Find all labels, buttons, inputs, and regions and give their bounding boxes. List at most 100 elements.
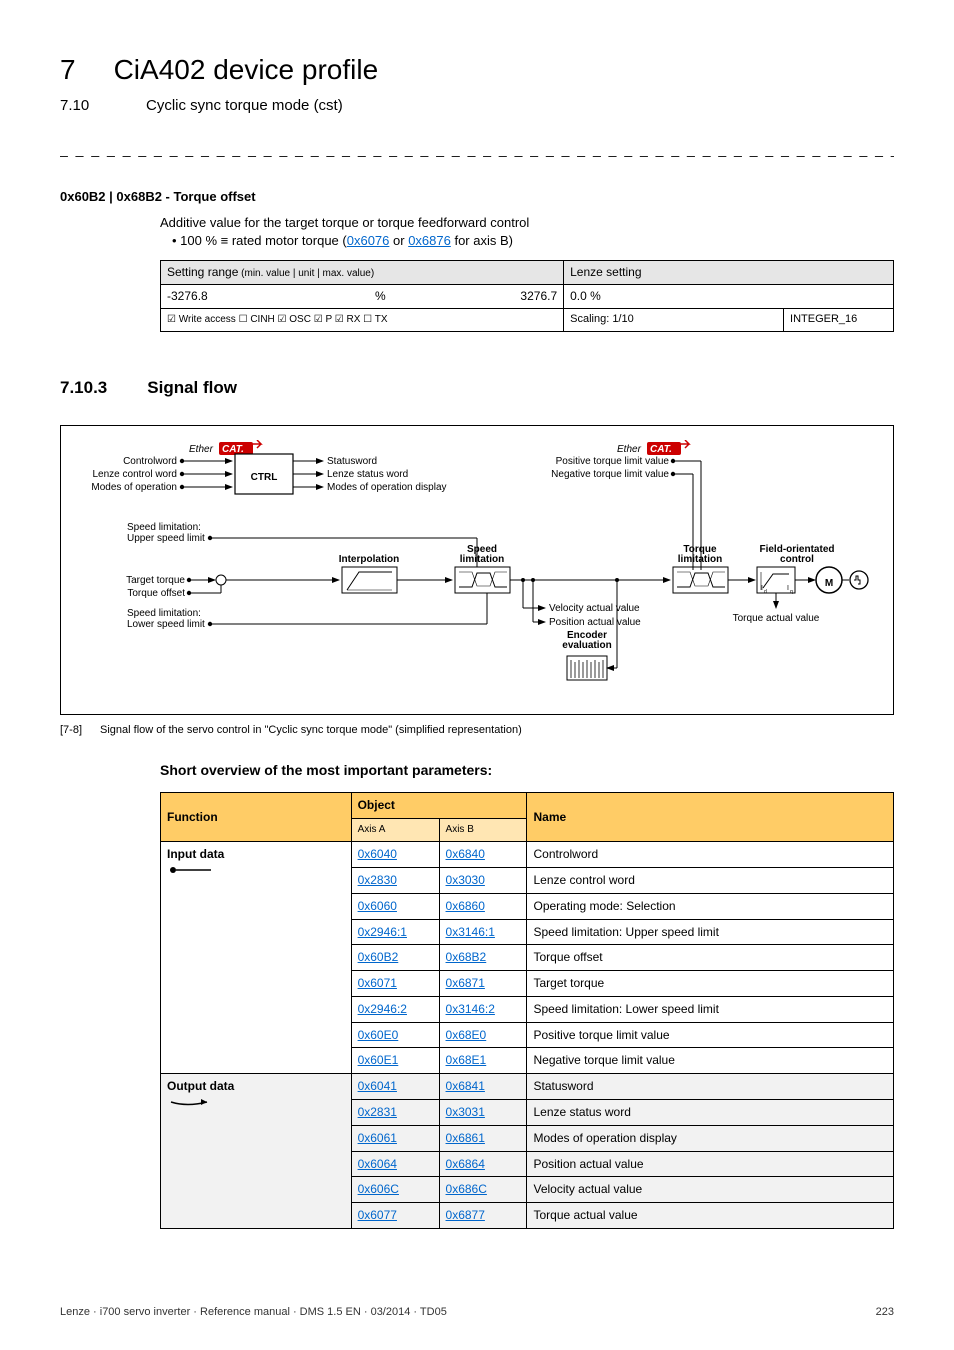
setting-scaling: Scaling: 1/10 [564, 309, 784, 331]
link-0x3146:1[interactable]: 0x3146:1 [446, 925, 495, 939]
svg-text:q: q [790, 589, 793, 595]
input-data-cell: Input data [161, 842, 352, 1074]
param-name: Position actual value [527, 1151, 894, 1177]
param-name: Statusword [527, 1074, 894, 1100]
svg-text:CAT.: CAT. [222, 444, 244, 455]
overview-table: Function Object Name Axis A Axis B Input… [160, 792, 894, 1229]
parameter-description-block: Additive value for the target torque or … [160, 214, 894, 332]
caption-number: [7-8] [60, 723, 82, 738]
link-0x6040[interactable]: 0x6040 [358, 847, 397, 861]
link-0x606C[interactable]: 0x606C [358, 1182, 399, 1196]
section-number: 7.10 [60, 95, 108, 116]
link-0x6871[interactable]: 0x6871 [446, 976, 485, 990]
setting-max: 3276.7 [461, 285, 564, 309]
bullet-text-post: for axis B) [451, 233, 513, 248]
link-0x3146:2[interactable]: 0x3146:2 [446, 1002, 495, 1016]
param-name: Positive torque limit value [527, 1022, 894, 1048]
link-0x6061[interactable]: 0x6061 [358, 1131, 397, 1145]
label-speed-upper-t: Speed limitation: [127, 522, 201, 533]
setting-unit: % [300, 285, 461, 309]
parameter-bullet: • 100 % ≡ rated motor torque (0x6076 or … [172, 232, 894, 250]
subsection-number: 7.10.3 [60, 376, 107, 400]
param-name: Operating mode: Selection [527, 893, 894, 919]
label-pos-actual: Position actual value [549, 617, 641, 628]
label-speed-lower-t: Speed limitation: [127, 608, 201, 619]
link-0x68E1[interactable]: 0x68E1 [446, 1053, 487, 1067]
param-name: Modes of operation display [527, 1125, 894, 1151]
label-modes-disp: Modes of operation display [327, 482, 447, 493]
motor-symbol: M [825, 578, 833, 589]
link-0x6840[interactable]: 0x6840 [446, 847, 485, 861]
link-0x6077[interactable]: 0x6077 [358, 1208, 397, 1222]
footer-left: Lenze · i700 servo inverter · Reference … [60, 1305, 447, 1320]
link-0x6060[interactable]: 0x6060 [358, 899, 397, 913]
param-name: Velocity actual value [527, 1177, 894, 1203]
label-lenze-status: Lenze status word [327, 469, 408, 480]
bullet-text-pre: • 100 % ≡ rated motor torque ( [172, 233, 347, 248]
lenze-setting-header: Lenze setting [564, 261, 894, 285]
arrow-in-icon [167, 863, 217, 877]
label-modes-op: Modes of operation [91, 482, 177, 493]
link-0x3030[interactable]: 0x3030 [446, 873, 485, 887]
link-0x6041[interactable]: 0x6041 [358, 1079, 397, 1093]
subsection-heading: 7.10.3 Signal flow [60, 376, 894, 400]
link-0x3031[interactable]: 0x3031 [446, 1105, 485, 1119]
setting-access: ☑ Write access ☐ CINH ☑ OSC ☑ P ☑ RX ☐ T… [161, 309, 564, 331]
ethercat-logo-right: Ether CAT. [617, 440, 689, 455]
ethercat-logo-left: Ether CAT. [187, 440, 261, 455]
link-0x60E0[interactable]: 0x60E0 [358, 1028, 399, 1042]
link-0x2946:2[interactable]: 0x2946:2 [358, 1002, 407, 1016]
link-0x68E0[interactable]: 0x68E0 [446, 1028, 487, 1042]
link-0x6071[interactable]: 0x6071 [358, 976, 397, 990]
label-foc2: control [780, 554, 814, 565]
label-speed-lim2: limitation [460, 554, 504, 565]
link-0x686C[interactable]: 0x686C [446, 1182, 487, 1196]
svg-text:I: I [787, 585, 789, 592]
param-name: Negative torque limit value [527, 1048, 894, 1074]
setting-dtype: INTEGER_16 [784, 309, 894, 331]
param-name: Lenze status word [527, 1100, 894, 1126]
param-name: Target torque [527, 971, 894, 997]
label-tq-offset: Torque offset [127, 588, 185, 599]
page-footer: Lenze · i700 servo inverter · Reference … [60, 1305, 894, 1320]
link-0x2946:1[interactable]: 0x2946:1 [358, 925, 407, 939]
link-0x6861[interactable]: 0x6861 [446, 1131, 485, 1145]
link-0x6076[interactable]: 0x6076 [347, 233, 390, 248]
label-interp: Interpolation [339, 554, 400, 565]
th-object: Object [351, 793, 527, 819]
label-enc2: evaluation [562, 640, 611, 651]
th-axis-a: Axis A [351, 819, 439, 842]
param-name: Torque actual value [527, 1203, 894, 1229]
label-neg-tq-lim: Negative torque limit value [551, 469, 669, 480]
th-function: Function [161, 793, 352, 842]
svg-text:d: d [764, 589, 767, 595]
link-0x60E1[interactable]: 0x60E1 [358, 1053, 399, 1067]
link-0x6876[interactable]: 0x6876 [408, 233, 451, 248]
link-0x2830[interactable]: 0x2830 [358, 873, 397, 887]
link-0x68B2[interactable]: 0x68B2 [446, 950, 487, 964]
section-title: Cyclic sync torque mode (cst) [146, 95, 343, 116]
chapter-number: 7 [60, 50, 76, 89]
link-0x6860[interactable]: 0x6860 [446, 899, 485, 913]
label-tq-actual: Torque actual value [733, 613, 820, 624]
caption-text: Signal flow of the servo control in "Cyc… [100, 723, 522, 738]
link-0x60B2[interactable]: 0x60B2 [358, 950, 399, 964]
label-target-tq: Target torque [126, 575, 185, 586]
diagram-svg: Ether CAT. Ether CAT. Controlword Lenze … [75, 440, 879, 700]
link-0x6064[interactable]: 0x6064 [358, 1157, 397, 1171]
arrow-out-icon [167, 1095, 217, 1109]
label-statusword: Statusword [327, 456, 377, 467]
setting-default: 0.0 % [564, 285, 894, 309]
svg-text:CAT.: CAT. [650, 444, 672, 455]
link-0x6877[interactable]: 0x6877 [446, 1208, 485, 1222]
svg-text:Ether: Ether [617, 444, 642, 455]
link-0x6841[interactable]: 0x6841 [446, 1079, 485, 1093]
bullet-text-mid: or [389, 233, 408, 248]
link-0x6864[interactable]: 0x6864 [446, 1157, 485, 1171]
link-0x2831[interactable]: 0x2831 [358, 1105, 397, 1119]
separator-dashes: _ _ _ _ _ _ _ _ _ _ _ _ _ _ _ _ _ _ _ _ … [60, 140, 894, 160]
param-name: Torque offset [527, 945, 894, 971]
label-pos-tq-lim: Positive torque limit value [556, 456, 670, 467]
param-name: Lenze control word [527, 867, 894, 893]
subsection-title: Signal flow [147, 376, 237, 400]
